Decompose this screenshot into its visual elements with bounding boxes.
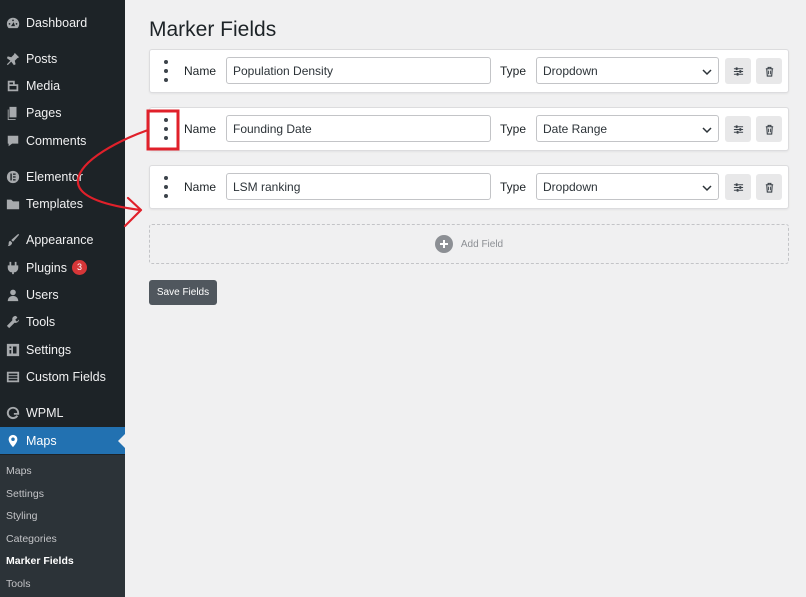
menu-item-media[interactable]: Media — [0, 72, 125, 99]
elementor-icon — [0, 170, 26, 184]
menu-item-pages[interactable]: Pages — [0, 99, 125, 126]
name-label: Name — [184, 64, 217, 78]
trash-icon — [765, 124, 773, 135]
name-label: Name — [184, 180, 217, 194]
chevron-down-icon — [702, 124, 712, 134]
grid-icon — [0, 370, 26, 384]
field-settings-button[interactable] — [725, 174, 751, 200]
drag-handle[interactable] — [161, 118, 171, 140]
menu-item-elementor[interactable]: Elementor — [0, 163, 125, 190]
submenu-item-maps[interactable]: Maps — [6, 465, 32, 477]
field-type-value: Dropdown — [543, 63, 598, 78]
field-name-input[interactable] — [226, 115, 491, 142]
menu-item-wpml[interactable]: WPML — [0, 399, 125, 426]
settings-icon — [0, 343, 26, 357]
brush-icon — [0, 233, 26, 247]
trash-icon — [765, 182, 773, 193]
add-field-label: Add Field — [460, 238, 504, 250]
menu-label: Custom Fields — [26, 369, 106, 384]
menu-label: Plugins — [26, 260, 67, 275]
drag-handle[interactable] — [161, 176, 171, 198]
submenu-item-categories[interactable]: Categories — [6, 533, 57, 545]
submenu-item-marker-fields[interactable]: Marker Fields — [6, 555, 74, 567]
delete-field-button[interactable] — [756, 58, 782, 84]
menu-item-users[interactable]: Users — [0, 281, 125, 308]
menu-label: Maps — [26, 433, 57, 448]
plugins-icon — [0, 261, 26, 275]
field-settings-button[interactable] — [725, 58, 751, 84]
menu-item-settings[interactable]: Settings — [0, 336, 125, 363]
wrench-icon — [0, 315, 26, 329]
submenu-item-styling[interactable]: Styling — [6, 510, 38, 522]
delete-field-button[interactable] — [756, 116, 782, 142]
field-type-select[interactable]: Date Range — [536, 115, 719, 142]
menu-item-comments[interactable]: Comments — [0, 127, 125, 154]
field-type-value: Date Range — [543, 121, 608, 136]
active-indicator — [118, 434, 125, 448]
field-name-input[interactable] — [226, 57, 491, 84]
menu-label: Templates — [26, 196, 83, 211]
menu-label: Comments — [26, 133, 87, 148]
page-title: Marker Fields — [149, 18, 277, 41]
chevron-down-icon — [702, 182, 712, 192]
menu-item-tools[interactable]: Tools — [0, 308, 125, 335]
field-type-select[interactable]: Dropdown — [536, 173, 719, 200]
dashboard-icon — [0, 16, 26, 30]
type-label: Type — [500, 180, 527, 194]
field-type-select[interactable]: Dropdown — [536, 57, 719, 84]
plus-circle-icon — [434, 235, 453, 253]
field-row: Name Type Date Range — [149, 107, 789, 151]
submenu-item-tools[interactable]: Tools — [6, 578, 31, 590]
submenu-item-settings[interactable]: Settings — [6, 488, 44, 500]
menu-item-custom-fields[interactable]: Custom Fields — [0, 363, 125, 390]
location-pin-icon — [0, 434, 26, 448]
menu-label: WPML — [26, 405, 64, 420]
menu-label: Appearance — [26, 232, 94, 247]
menu-label: Dashboard — [26, 15, 88, 30]
users-icon — [0, 288, 26, 302]
sliders-icon — [733, 124, 743, 134]
field-row: Name Type Dropdown — [149, 165, 789, 209]
trash-icon — [765, 66, 773, 77]
menu-item-plugins[interactable]: Plugins 3 — [0, 254, 125, 281]
menu-item-appearance[interactable]: Appearance — [0, 226, 125, 253]
add-field-button[interactable]: Add Field — [149, 224, 789, 264]
comments-icon — [0, 134, 26, 148]
field-settings-button[interactable] — [725, 116, 751, 142]
menu-label: Elementor — [26, 169, 83, 184]
menu-item-posts[interactable]: Posts — [0, 45, 125, 72]
menu-item-maps[interactable]: Maps — [0, 427, 125, 454]
folder-icon — [0, 197, 26, 211]
maps-submenu: Maps Settings Styling Categories Marker … — [0, 455, 125, 597]
menu-label: Tools — [26, 314, 56, 329]
pin-icon — [0, 52, 26, 66]
field-name-input[interactable] — [226, 173, 491, 200]
menu-label: Users — [26, 287, 59, 302]
chevron-down-icon — [702, 66, 712, 76]
update-count-badge: 3 — [72, 260, 87, 275]
arrow-head — [123, 196, 143, 228]
field-type-value: Dropdown — [543, 179, 598, 194]
drag-handle[interactable] — [161, 60, 171, 82]
wpml-icon — [0, 406, 26, 420]
type-label: Type — [500, 64, 527, 78]
admin-sidebar: Dashboard Posts Media Pages Comments Ele… — [0, 0, 125, 597]
menu-item-dashboard[interactable]: Dashboard — [0, 9, 125, 36]
type-label: Type — [500, 122, 527, 136]
menu-label: Posts — [26, 51, 58, 66]
menu-label: Settings — [26, 342, 72, 357]
sliders-icon — [733, 66, 743, 76]
sliders-icon — [733, 182, 743, 192]
menu-label: Pages — [26, 105, 62, 120]
save-fields-button[interactable]: Save Fields — [149, 280, 217, 305]
menu-label: Media — [26, 78, 61, 93]
pages-icon — [0, 106, 26, 120]
media-icon — [0, 79, 26, 93]
name-label: Name — [184, 122, 217, 136]
field-row: Name Type Dropdown — [149, 49, 789, 93]
menu-item-templates[interactable]: Templates — [0, 190, 125, 217]
delete-field-button[interactable] — [756, 174, 782, 200]
